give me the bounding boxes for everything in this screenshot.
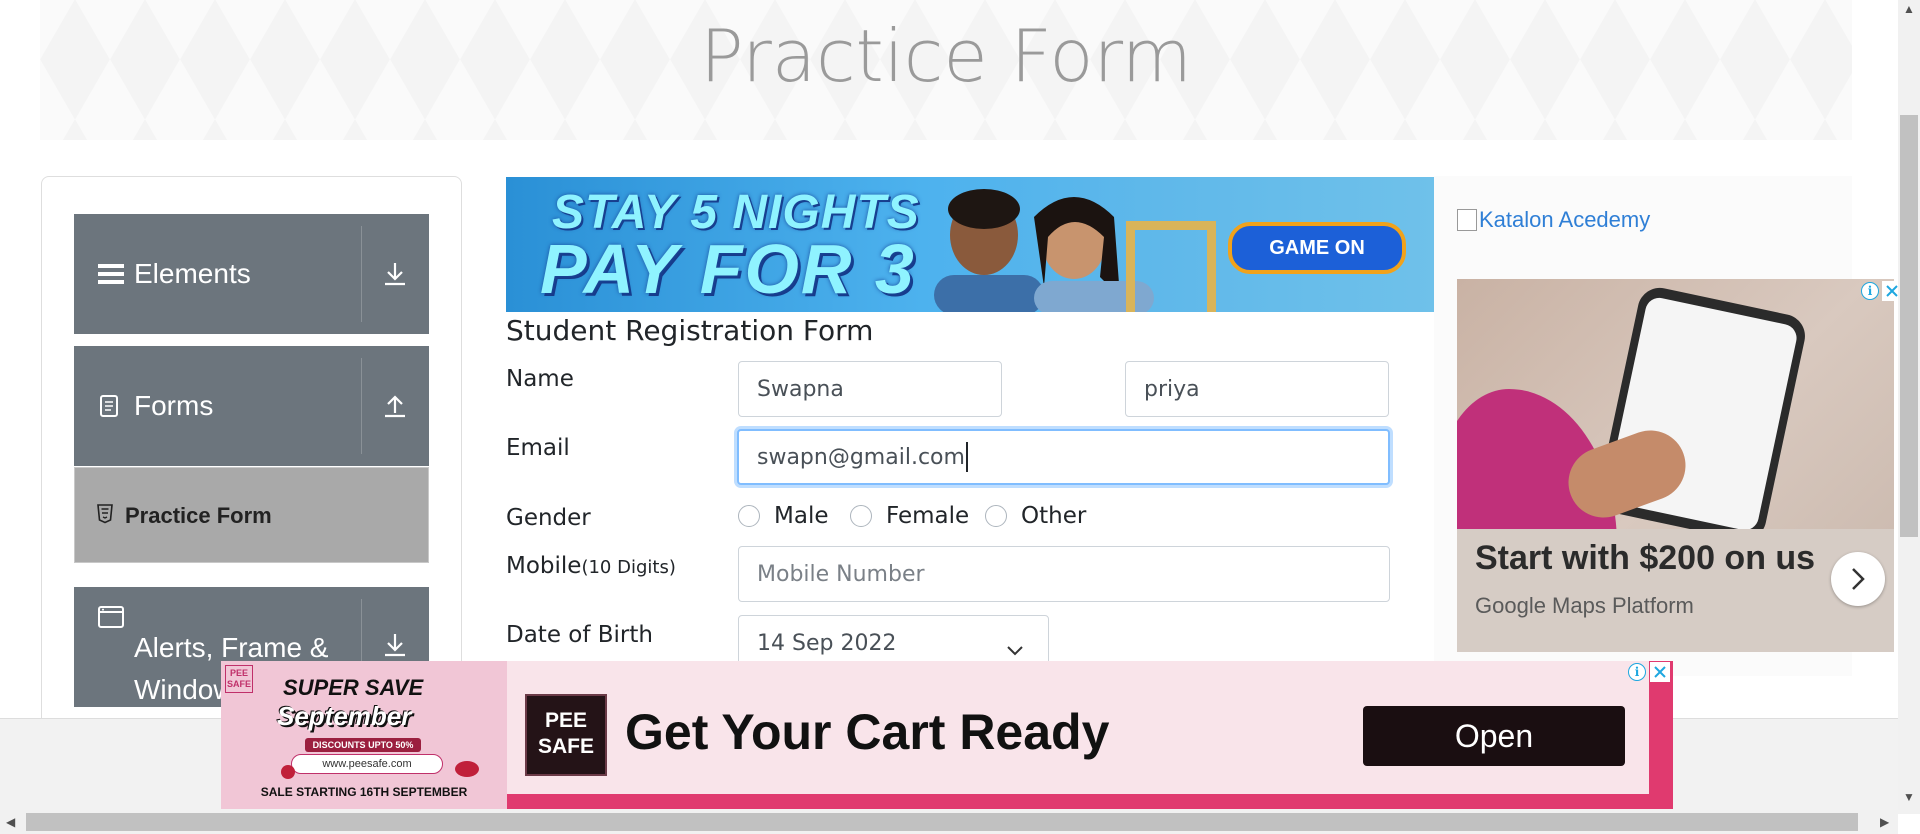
decor-dot — [281, 765, 295, 779]
bottom-ad[interactable]: PEE SAFE SUPER SAVE September DISCOUNTS … — [221, 661, 1673, 809]
vertical-scroll-thumb[interactable] — [1900, 115, 1918, 537]
document-icon — [98, 346, 120, 466]
radio-circle[interactable] — [738, 505, 760, 527]
sidebar-group-label: Elements — [134, 258, 251, 289]
dob-label: Date of Birth — [506, 622, 653, 648]
ad-close-icon[interactable] — [1650, 662, 1670, 682]
scroll-up-icon[interactable]: ▲ — [1903, 2, 1915, 16]
text-caret — [965, 442, 968, 472]
radio-label: Male — [774, 503, 829, 529]
gender-radio-male[interactable]: Male — [738, 503, 828, 529]
promo-start: SALE STARTING 16TH SEPTEMBER — [260, 785, 468, 799]
promo-image: PEE SAFE SUPER SAVE September DISCOUNTS … — [221, 661, 507, 809]
sidebar-group-forms[interactable]: Forms — [74, 346, 429, 466]
google-maps-ad[interactable]: Start with $200 on us Google Maps Platfo… — [1457, 279, 1894, 652]
banner-line2: PAY FOR 3 — [540, 230, 916, 308]
ad-subtitle: Google Maps Platform — [1475, 593, 1694, 618]
html5-icon — [97, 504, 113, 529]
radio-label: Other — [1021, 503, 1087, 529]
open-button[interactable]: Open — [1363, 706, 1625, 766]
sidebar-item-practice-form[interactable]: Practice Form — [74, 467, 429, 563]
download-arrow-icon[interactable] — [361, 214, 429, 334]
hamburger-icon — [98, 214, 124, 334]
adchoices-info-icon[interactable]: i — [1628, 663, 1646, 681]
logo-line1: PEE — [544, 709, 588, 732]
cta-text: Get Your Cart Ready — [625, 704, 1110, 760]
sidebar-group-elements[interactable]: Elements — [74, 214, 429, 334]
adchoices-info-icon[interactable]: i — [1861, 282, 1879, 300]
logo-line2: SAFE — [537, 735, 594, 758]
promo-discount: DISCOUNTS UPTO 50% — [305, 738, 421, 752]
promo-brand-mini: PEE SAFE — [225, 665, 253, 693]
upload-arrow-icon[interactable] — [361, 346, 429, 466]
scroll-down-icon[interactable]: ▼ — [1903, 790, 1915, 804]
banner-frame-image — [1126, 221, 1216, 312]
email-input[interactable]: swapn@gmail.com — [737, 429, 1390, 485]
mobile-label-text: Mobile — [506, 553, 582, 579]
decor-lips — [455, 761, 479, 777]
gender-radio-other[interactable]: Other — [985, 503, 1086, 529]
banner-ad[interactable]: STAY 5 NIGHTS PAY FOR 3 GAME ON — [506, 177, 1434, 312]
gender-radio-female[interactable]: Female — [850, 503, 969, 529]
mobile-input[interactable]: Mobile Number — [738, 546, 1390, 602]
radio-label: Female — [886, 503, 970, 529]
name-label: Name — [506, 366, 574, 392]
email-value: swapn@gmail.com — [757, 444, 965, 470]
pee-safe-logo: PEE SAFE — [525, 694, 607, 776]
chevron-right-icon[interactable] — [1831, 552, 1885, 606]
page-title: Practice Form — [700, 14, 1192, 98]
scroll-right-icon[interactable]: ▶ — [1880, 815, 1889, 829]
dob-value: 14 Sep 2022 — [757, 630, 897, 656]
scroll-left-icon[interactable]: ◀ — [6, 815, 15, 829]
ad-headline: Start with $200 on us — [1475, 539, 1816, 577]
game-on-button[interactable]: GAME ON — [1228, 222, 1406, 274]
first-name-input[interactable]: Swapna — [738, 361, 1002, 417]
email-label: Email — [506, 435, 570, 461]
promo-line2: September — [277, 701, 412, 731]
katalon-link[interactable]: Katalon Acedemy — [1457, 207, 1650, 233]
katalon-link-text: Katalon Acedemy — [1479, 207, 1651, 232]
radio-circle[interactable] — [985, 505, 1007, 527]
promo-url: www.peesafe.com — [291, 754, 443, 774]
mobile-hint: (10 Digits) — [581, 557, 676, 578]
gender-label: Gender — [506, 505, 591, 531]
cta-box: PEE SAFE Get Your Cart Ready Open — [507, 661, 1649, 794]
horizontal-scroll-thumb[interactable] — [26, 813, 1858, 831]
page-header: Practice Form — [40, 0, 1852, 140]
form-title: Student Registration Form — [506, 314, 874, 347]
left-panel: Elements Forms Practice Form Alerts, Fra… — [41, 176, 462, 738]
window-icon — [98, 557, 124, 677]
broken-image-icon — [1457, 209, 1477, 231]
chevron-down-icon — [1006, 638, 1024, 663]
promo-line1: SUPER SAVE — [283, 675, 424, 700]
sidebar-item-label: Practice Form — [125, 503, 272, 528]
last-name-input[interactable]: priya — [1125, 361, 1389, 417]
mobile-label: Mobile(10 Digits) — [506, 553, 676, 579]
radio-circle[interactable] — [850, 505, 872, 527]
sidebar-group-label: Forms — [134, 390, 214, 421]
